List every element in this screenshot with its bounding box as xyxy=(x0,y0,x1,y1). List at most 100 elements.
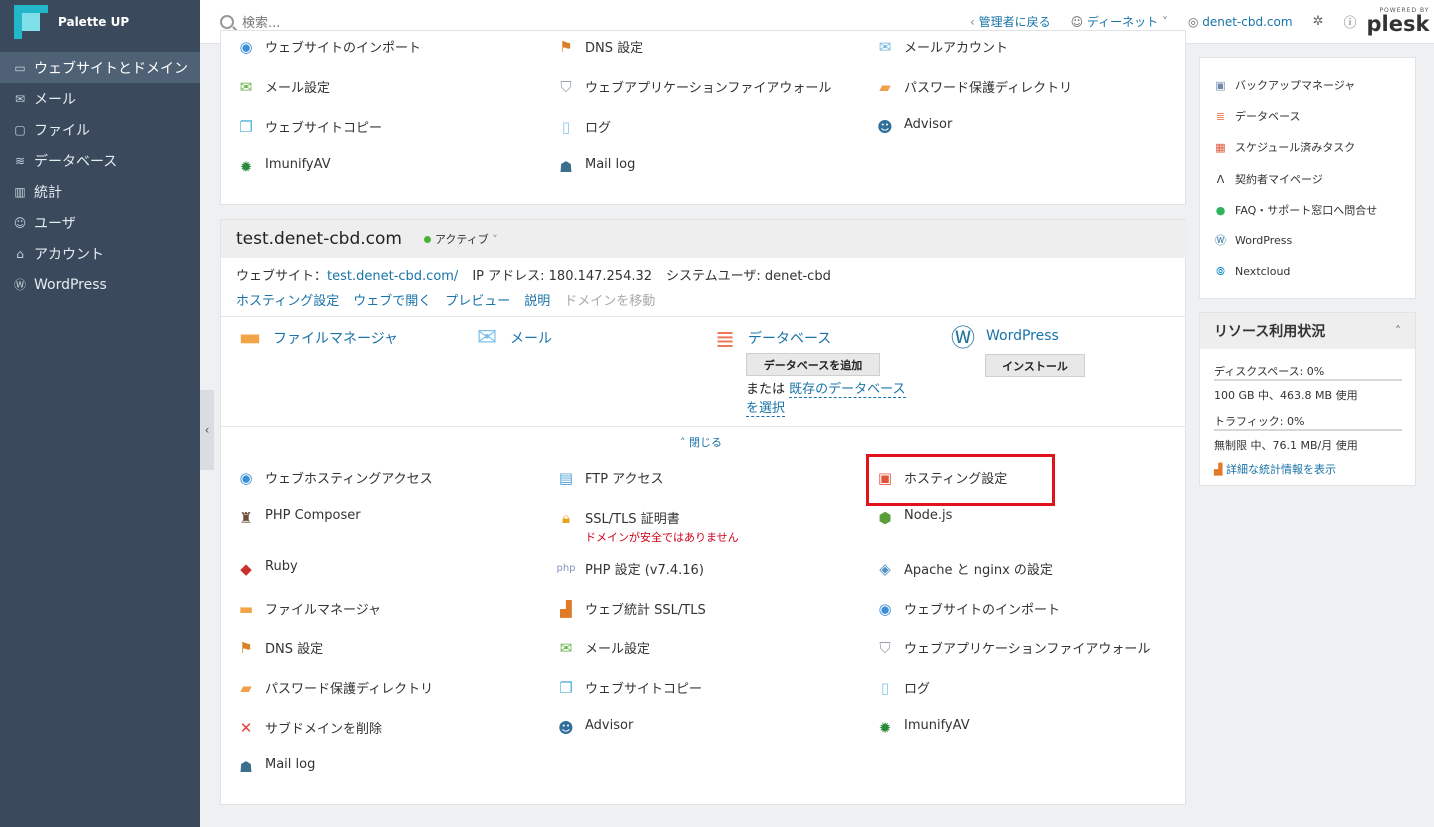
disk-detail: 100 GB 中、463.8 MB 使用 xyxy=(1214,389,1358,402)
tool-web-stats[interactable]: ▟ ウェブ統計 SSL/TLS xyxy=(556,599,705,619)
delete-icon: ✕ xyxy=(239,719,253,737)
help-icon[interactable]: ⓘ xyxy=(1343,12,1356,31)
previous-domain-card: ◉ ウェブサイトのインポート ⚑ DNS 設定 ✉ メールアカウント ✉ メール設定 ⛉… xyxy=(220,30,1186,205)
folder-icon: ▬ xyxy=(238,600,254,618)
website-link[interactable]: test.denet-cbd.com/ xyxy=(327,269,458,284)
tool-php-settings[interactable]: php PHP 設定 (v7.4.16) xyxy=(556,559,703,579)
tool-website-import-2[interactable]: ◉ ウェブサイトのインポート xyxy=(875,599,1060,619)
sidebar-item-websites[interactable]: ▭ ウェブサイトとドメイン xyxy=(0,52,200,83)
tool-mail-account[interactable]: ✉ メールアカウント xyxy=(875,37,1008,57)
mail-settings-icon: ✉ xyxy=(559,639,573,657)
tool-mail-settings-2[interactable]: ✉ メール設定 xyxy=(556,638,650,658)
preview-link[interactable]: プレビュー xyxy=(445,290,510,309)
tool-apache-nginx[interactable]: ◈ Apache と nginx の設定 xyxy=(875,559,1053,579)
back-to-admin-link[interactable]: ‹ 管理者に戻る xyxy=(970,13,1051,30)
tool-website-copy[interactable]: ❐ ウェブサイトコピー xyxy=(236,117,382,137)
app-logo[interactable]: Palette UP xyxy=(0,0,200,44)
sidebar-collapse-button[interactable]: ‹ xyxy=(200,390,214,470)
close-toggle[interactable]: ˄ 閉じる xyxy=(680,434,722,450)
site-card: test.denet-cbd.com アクティブ ˅ ウェブサイト：test.d… xyxy=(220,219,1187,805)
quick-wordpress[interactable]: Ⓦ WordPress xyxy=(949,324,1059,352)
tool-password-dir-2[interactable]: ▰ パスワード保護ディレクトリ xyxy=(236,678,433,698)
tool-imunify-2[interactable]: ✹ ImunifyAV xyxy=(875,718,970,738)
sidebar-item-mail[interactable]: ✉ メール xyxy=(0,83,200,114)
tool-website-copy-2[interactable]: ❐ ウェブサイトコピー xyxy=(556,678,702,698)
quick-mail[interactable]: ✉ メール xyxy=(473,324,552,350)
folder-icon: ▬ xyxy=(238,323,262,351)
tool-dns-2[interactable]: ⚑ DNS 設定 xyxy=(236,638,323,658)
quick-database[interactable]: ≣ データベース xyxy=(711,324,831,354)
globe-user-icon: ◉ xyxy=(239,469,253,487)
search-icon xyxy=(220,14,234,29)
tool-ruby[interactable]: ◆ Ruby xyxy=(236,559,297,579)
tool-log-2[interactable]: ▯ ログ xyxy=(875,678,930,698)
link-my-page[interactable]: Λ 契約者マイページ xyxy=(1214,171,1323,187)
ruby-icon: ◆ xyxy=(240,560,252,578)
imunify-icon: ✹ xyxy=(878,719,892,737)
link-backup-manager[interactable]: ▣ バックアップマネージャ xyxy=(1214,77,1355,93)
tool-waf-2[interactable]: ⛉ ウェブアプリケーションファイアウォール xyxy=(875,638,1150,658)
advisor-icon: ☻ xyxy=(558,719,574,737)
sidebar-item-files[interactable]: ▢ ファイル xyxy=(0,114,200,145)
tool-imunify[interactable]: ✹ ImunifyAV xyxy=(236,157,331,177)
detailed-stats-link[interactable]: ▟ 詳細な統計情報を表示 xyxy=(1214,461,1336,477)
install-wordpress-button[interactable]: インストール xyxy=(985,354,1085,377)
add-database-button[interactable]: データベースを追加 xyxy=(746,353,880,376)
website-label: ウェブサイト： xyxy=(236,269,328,284)
traffic-usage-bar xyxy=(1214,429,1402,431)
globe-icon: ◎ xyxy=(1187,14,1203,29)
tool-website-import[interactable]: ◉ ウェブサイトのインポート xyxy=(236,37,421,57)
tool-web-hosting-access[interactable]: ◉ ウェブホスティングアクセス xyxy=(236,468,432,488)
hosting-settings-link[interactable]: ホスティング設定 xyxy=(236,290,339,309)
tool-password-dir[interactable]: ▰ パスワード保護ディレクトリ xyxy=(875,77,1072,97)
sidebar-item-account[interactable]: ⌂ アカウント xyxy=(0,238,200,269)
tool-php-composer[interactable]: ♜ PHP Composer xyxy=(236,508,360,528)
link-wordpress[interactable]: Ⓦ WordPress xyxy=(1214,234,1292,247)
open-in-web-link[interactable]: ウェブで開く xyxy=(353,290,431,309)
traffic-label: トラフィック: 0% xyxy=(1214,415,1305,428)
user-icon: ☺ xyxy=(1070,15,1087,29)
imunify-icon: ✹ xyxy=(239,158,253,176)
link-databases[interactable]: ≣ データベース xyxy=(1214,108,1301,124)
tool-advisor-2[interactable]: ☻ Advisor xyxy=(556,718,633,738)
sidebar-item-wordpress[interactable]: Ⓦ WordPress xyxy=(0,269,200,300)
tool-mail-settings[interactable]: ✉ メール設定 xyxy=(236,77,330,97)
dns-icon: ⚑ xyxy=(559,38,573,56)
tool-ssl[interactable]: 🔒︎ SSL/TLS 証明書 ドメインが安全ではありません xyxy=(556,508,739,545)
ssl-lock-icon: 🔒︎ xyxy=(562,509,570,527)
sidebar-item-users[interactable]: ☺ ユーザ xyxy=(0,207,200,238)
tool-mail-log-2[interactable]: ☗ Mail log xyxy=(236,757,315,777)
tool-dns[interactable]: ⚑ DNS 設定 xyxy=(556,37,643,57)
link-support[interactable]: ● FAQ・サポート窓口へ問合せ xyxy=(1214,202,1378,218)
quick-file-manager[interactable]: ▬ ファイルマネージャ xyxy=(236,324,398,350)
search-box[interactable]: 検索... xyxy=(220,12,920,31)
resource-header[interactable]: リソース利用状況 ˄ xyxy=(1200,313,1415,349)
mail-settings-icon: ✉ xyxy=(239,78,253,96)
description-link[interactable]: 説明 xyxy=(524,290,550,309)
tool-file-manager[interactable]: ▬ ファイルマネージャ xyxy=(236,599,381,619)
link-scheduled-tasks[interactable]: ▦ スケジュール済みタスク xyxy=(1214,139,1355,155)
site-actions: ホスティング設定 ウェブで開く プレビュー 説明 ドメインを移動 xyxy=(236,290,655,309)
tool-advisor[interactable]: ☻ Advisor xyxy=(875,117,952,137)
extensions-icon[interactable]: ✲ xyxy=(1313,14,1324,29)
sidebar-item-label: ユーザ xyxy=(34,215,76,232)
tool-waf[interactable]: ⛉ ウェブアプリケーションファイアウォール xyxy=(556,77,831,97)
tool-ftp[interactable]: ▤ FTP アクセス xyxy=(556,468,664,488)
sidebar-item-statistics[interactable]: ▥ 統計 xyxy=(0,176,200,207)
status-badge[interactable]: アクティブ ˅ xyxy=(435,231,498,247)
domain-menu[interactable]: ◎ denet-cbd.com xyxy=(1188,15,1293,29)
sidebar-item-databases[interactable]: ≋ データベース xyxy=(0,145,200,176)
site-name[interactable]: test.denet-cbd.com xyxy=(236,229,402,249)
tool-nodejs[interactable]: ⬢ Node.js xyxy=(875,508,952,528)
apache-icon: ◈ xyxy=(879,560,891,578)
mail-icon: ✉ xyxy=(14,91,26,106)
sidebar-item-label: ウェブサイトとドメイン xyxy=(34,60,188,77)
chart-icon: ▥ xyxy=(14,184,26,199)
calendar-icon: ▦ xyxy=(1215,140,1226,154)
tool-log[interactable]: ▯ ログ xyxy=(556,117,611,137)
user-menu[interactable]: ☺ ディーネット ˅ xyxy=(1071,13,1168,30)
tool-mail-log[interactable]: ☗ Mail log xyxy=(556,157,635,177)
link-nextcloud[interactable]: ⦾ Nextcloud xyxy=(1214,265,1290,278)
tool-delete-subdomain[interactable]: ✕ サブドメインを削除 xyxy=(236,718,382,738)
search-input[interactable]: 検索... xyxy=(242,12,280,31)
